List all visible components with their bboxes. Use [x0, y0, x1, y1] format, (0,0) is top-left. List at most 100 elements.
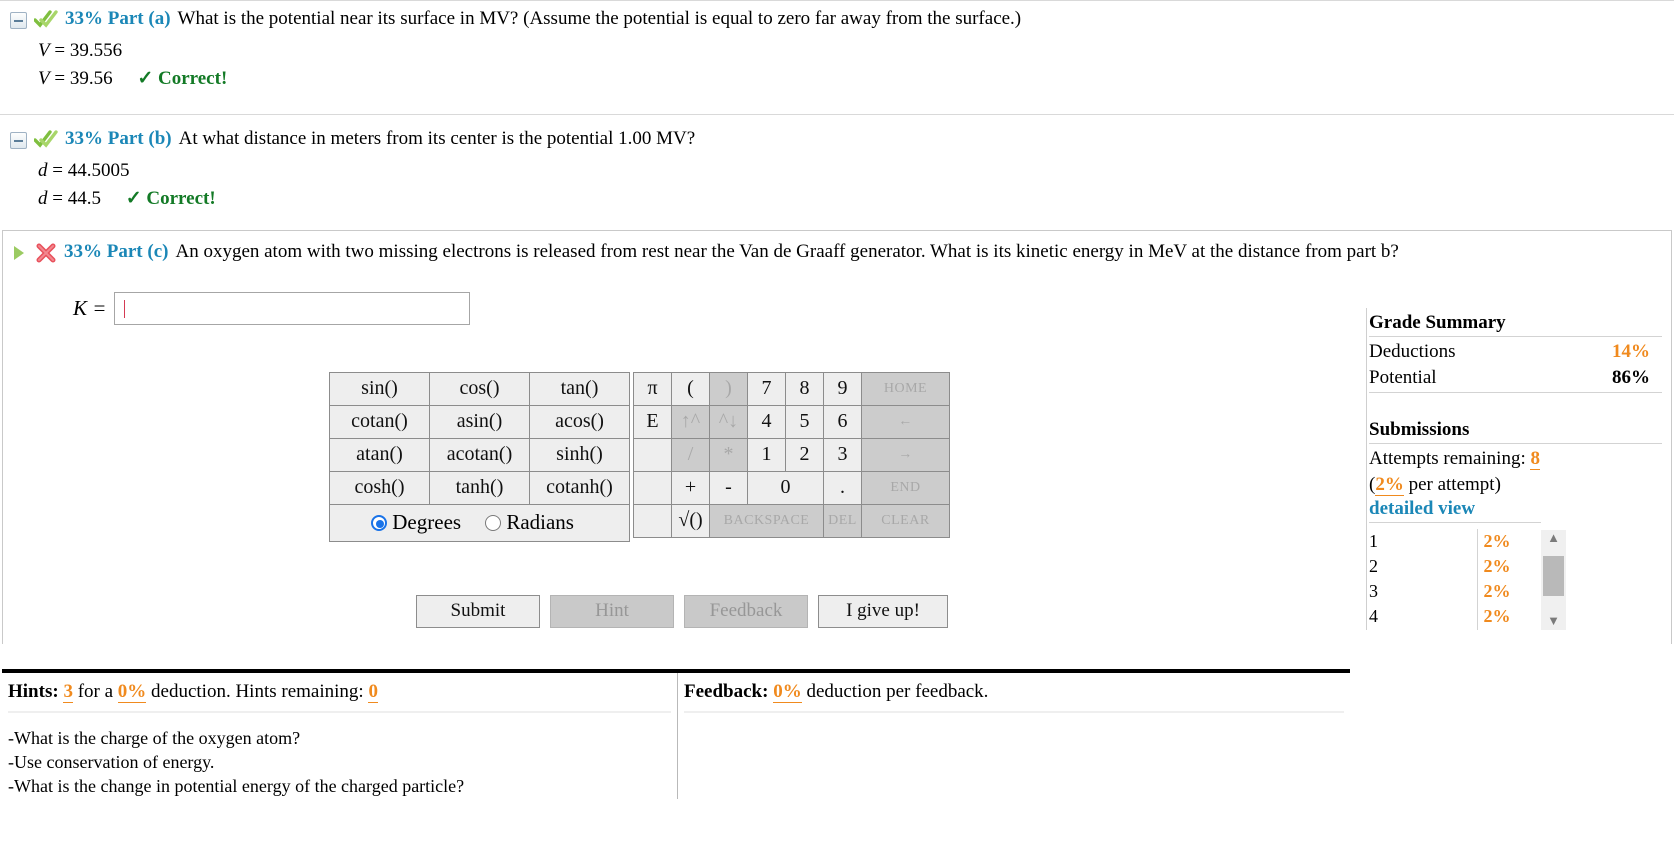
- calc-pad-row: π ( ) 7 8 9 HOME: [633, 371, 950, 406]
- hints-for-a-label: for a: [77, 681, 114, 702]
- attempts-remaining-line: Attempts remaining: 8: [1369, 446, 1662, 472]
- list-item: -What is the change in potential energy …: [8, 775, 465, 796]
- submission-deduction: 2%: [1476, 604, 1541, 630]
- calc-key-blank-1[interactable]: [633, 437, 672, 472]
- table-row: 1 2%: [1369, 528, 1541, 554]
- calc-key-divide: /: [671, 437, 710, 472]
- calc-key-5[interactable]: 5: [785, 404, 824, 439]
- calc-key-tan[interactable]: tan(): [529, 371, 630, 406]
- part-b-block: 33% Part (b) At what distance in meters …: [0, 115, 1674, 216]
- calc-key-0[interactable]: 0: [747, 470, 824, 505]
- calc-pad-row: + - 0 . END: [633, 470, 950, 505]
- submission-deduction: 2%: [1476, 579, 1541, 605]
- calc-key-minus[interactable]: -: [709, 470, 748, 505]
- hints-deduction-pct: 0%: [117, 681, 147, 703]
- submissions-title: Submissions: [1369, 419, 1470, 441]
- calc-fn-row: atan() acotan() sinh(): [329, 437, 630, 472]
- calc-key-superscript-up: ↑^: [671, 404, 710, 439]
- calc-key-tanh[interactable]: tanh(): [429, 470, 530, 505]
- calc-key-cos[interactable]: cos(): [429, 371, 530, 406]
- part-a-entered-answer: V = 39.556: [38, 39, 123, 61]
- calc-key-plus[interactable]: +: [671, 470, 710, 505]
- calc-key-4[interactable]: 4: [747, 404, 786, 439]
- part-b-header: 33% Part (b) At what distance in meters …: [10, 127, 1664, 157]
- attempts-remaining-label: Attempts remaining:: [1369, 448, 1526, 470]
- feedback-deduction-pct: 0%: [773, 681, 802, 703]
- calc-key-8[interactable]: 8: [785, 371, 824, 406]
- submissions-table: 1 2% 2 2% 3 2% 4 2%: [1369, 528, 1541, 630]
- collapse-icon[interactable]: [10, 12, 27, 29]
- part-a-status-label: Correct!: [158, 68, 228, 90]
- feedback-deduction-text: deduction per feedback.: [806, 681, 989, 702]
- answer-input[interactable]: [114, 292, 471, 326]
- submit-button[interactable]: Submit: [416, 594, 540, 628]
- calc-key-end: END: [861, 470, 950, 505]
- calc-key-decimal[interactable]: .: [823, 470, 862, 505]
- angle-mode-row: Degrees Radians: [329, 504, 630, 542]
- calc-key-2[interactable]: 2: [785, 437, 824, 472]
- calc-key-asin[interactable]: asin(): [429, 404, 530, 439]
- calc-fn-row: sin() cos() tan(): [329, 371, 630, 406]
- calc-key-superscript-down: ^↓: [709, 404, 748, 439]
- calc-key-atan[interactable]: atan(): [329, 437, 430, 472]
- calc-key-del: DEL: [823, 503, 862, 538]
- calc-key-blank-3[interactable]: [633, 503, 672, 538]
- calc-key-sinh[interactable]: sinh(): [529, 437, 630, 472]
- calc-key-sin[interactable]: sin(): [329, 371, 430, 406]
- submission-deduction: 2%: [1476, 528, 1541, 554]
- submissions-scrollbar[interactable]: ▲ ▼: [1541, 529, 1566, 630]
- hints-title: Hints:: [8, 681, 59, 702]
- calc-fn-row: cosh() tanh() cotanh(): [329, 470, 630, 505]
- green-double-check-icon: [33, 129, 58, 157]
- detailed-view-link[interactable]: detailed view: [1369, 498, 1662, 520]
- feedback-list: [678, 713, 1350, 727]
- part-b-status-label: Correct!: [146, 188, 216, 209]
- submission-deduction: 2%: [1476, 553, 1541, 580]
- deductions-value: 14%: [1612, 341, 1650, 362]
- scrollbar-thumb[interactable]: [1543, 555, 1564, 596]
- part-a-var: V: [38, 39, 50, 61]
- calc-key-9[interactable]: 9: [823, 371, 862, 406]
- calc-key-pi[interactable]: π: [633, 371, 672, 406]
- calc-key-3[interactable]: 3: [823, 437, 862, 472]
- calc-key-e[interactable]: E: [633, 404, 672, 439]
- potential-row: Potential 86%: [1369, 365, 1662, 391]
- calc-key-blank-2[interactable]: [633, 470, 672, 505]
- calc-key-cosh[interactable]: cosh(): [329, 470, 430, 505]
- feedback-title: Feedback:: [684, 681, 769, 702]
- part-a-question: What is the potential near its surface i…: [177, 8, 1022, 29]
- radians-label: Radians: [506, 510, 574, 534]
- calc-key-sqrt[interactable]: √(): [671, 503, 710, 538]
- deductions-label: Deductions: [1369, 341, 1456, 362]
- part-a-entered-value: 39.556: [69, 39, 123, 61]
- calc-key-cotan[interactable]: cotan(): [329, 404, 430, 439]
- radians-option[interactable]: Radians: [485, 510, 588, 535]
- problem-page: 33% Part (a) What is the potential near …: [0, 0, 1674, 842]
- part-b-graded-answer: d = 44.5 ✓ Correct!: [38, 188, 216, 209]
- answer-variable-label: K =: [73, 296, 107, 321]
- part-b-var-2: d: [38, 188, 48, 209]
- part-b-weight: 33% Part (b): [65, 127, 172, 149]
- degrees-label: Degrees: [392, 510, 462, 534]
- radians-radio[interactable]: [485, 515, 502, 531]
- give-up-button[interactable]: I give up!: [818, 594, 948, 628]
- potential-value: 86%: [1612, 366, 1650, 388]
- per-attempt-line: (2% per attempt): [1369, 472, 1662, 498]
- calc-key-backspace: BACKSPACE: [709, 503, 824, 538]
- calc-key-6[interactable]: 6: [823, 404, 862, 439]
- scroll-down-arrow-icon[interactable]: ▼: [1541, 613, 1566, 630]
- degrees-radio[interactable]: [371, 515, 388, 531]
- calc-key-1[interactable]: 1: [747, 437, 786, 472]
- hints-header: Hints: 3 for a 0% deduction. Hints remai…: [2, 673, 677, 707]
- equation-calculator: sin() cos() tan() cotan() asin() acos() …: [329, 371, 950, 542]
- collapse-icon[interactable]: [10, 131, 27, 149]
- expand-triangle-icon[interactable]: [11, 245, 28, 262]
- calc-key-acos[interactable]: acos(): [529, 404, 630, 439]
- calc-key-7[interactable]: 7: [747, 371, 786, 406]
- calc-key-acotan[interactable]: acotan(): [429, 437, 530, 472]
- scroll-up-arrow-icon[interactable]: ▲: [1541, 530, 1566, 547]
- degrees-option[interactable]: Degrees: [371, 510, 475, 535]
- check-mark-icon: ✓: [137, 68, 154, 90]
- calc-key-cotanh[interactable]: cotanh(): [529, 470, 630, 505]
- calc-key-open-paren[interactable]: (: [671, 371, 710, 406]
